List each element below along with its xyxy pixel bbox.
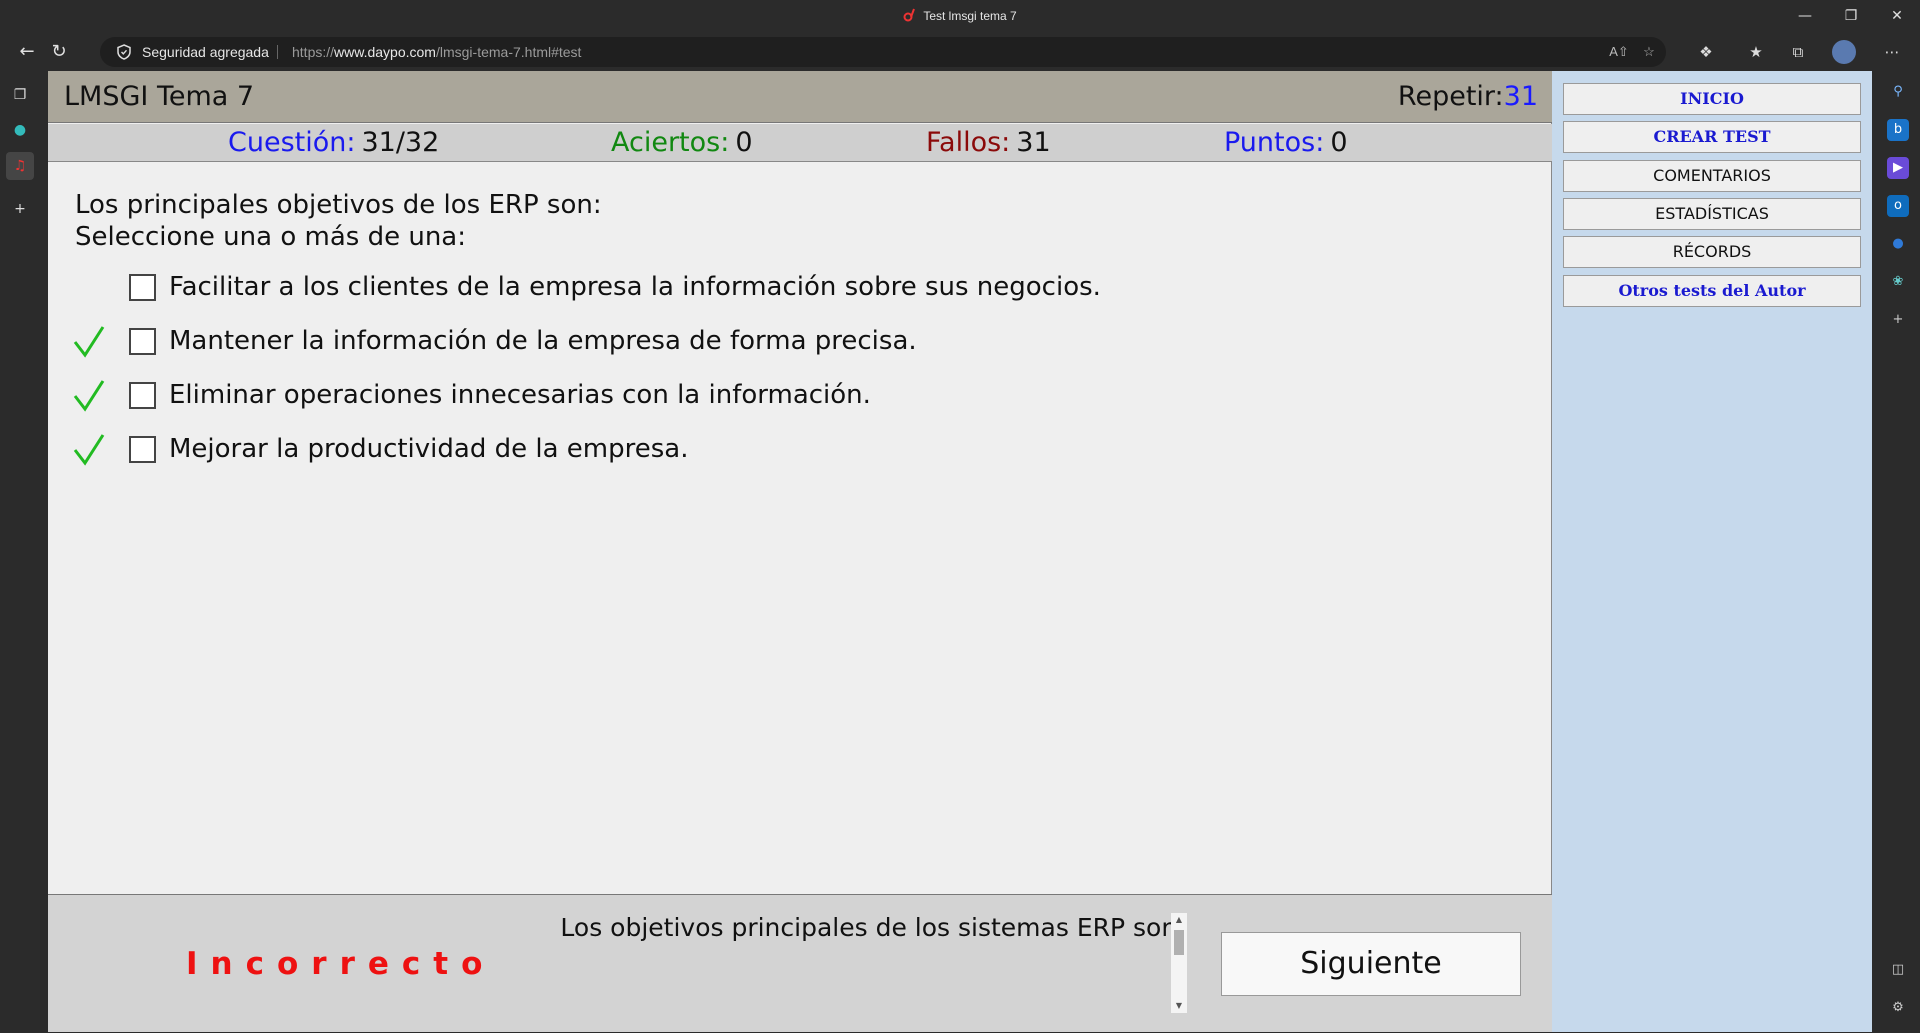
question-instruction: Seleccione una o más de una:: [75, 222, 466, 252]
window-titlebar: Test lmsgi tema 7 — ❐ ✕: [0, 0, 1920, 33]
stat-points: Puntos: 0: [1224, 124, 1348, 162]
tab-daypo-active[interactable]: ♫: [6, 152, 34, 180]
hide-sidebar-icon[interactable]: ◫: [1887, 959, 1909, 981]
stat-correct: Aciertos: 0: [611, 124, 753, 162]
url-host: www.daypo.com: [334, 44, 436, 60]
bing-icon[interactable]: b: [1887, 119, 1909, 141]
add-favorite-icon[interactable]: ☆: [1638, 42, 1660, 62]
scroll-down-icon[interactable]: ▼: [1171, 999, 1187, 1013]
create-test-button[interactable]: CREAR TEST: [1563, 121, 1861, 153]
more-options-icon[interactable]: ⋯: [1880, 40, 1904, 64]
collections-icon[interactable]: ⧉: [1786, 40, 1810, 64]
web-page: LMSGI Tema 7 Repetir:31 Cuestión: 31/32 A…: [48, 71, 1872, 1032]
answer-text[interactable]: Mantener la información de la empresa de…: [169, 321, 917, 361]
sidebar-settings-icon[interactable]: ⚙: [1887, 997, 1909, 1019]
chatgpt-icon[interactable]: ❀: [1887, 271, 1909, 293]
scroll-up-icon[interactable]: ▲: [1171, 913, 1187, 927]
result-footer: Incorrecto Los objetivos principales de …: [48, 894, 1552, 1032]
back-arrow-icon[interactable]: ←: [12, 37, 42, 67]
stat-question-value: 31/32: [361, 127, 440, 158]
tab-favicon-icon[interactable]: ●: [6, 116, 34, 144]
stat-wrong: Fallos: 31: [926, 124, 1051, 162]
close-window-button[interactable]: ✕: [1874, 0, 1920, 33]
stat-correct-label: Aciertos:: [611, 127, 730, 158]
favorites-icon[interactable]: ★: [1744, 40, 1768, 64]
statistics-button[interactable]: ESTADÍSTICAS: [1563, 198, 1861, 230]
stat-points-label: Puntos:: [1224, 127, 1325, 158]
next-button[interactable]: Siguiente: [1221, 932, 1521, 996]
search-icon[interactable]: ⚲: [1887, 81, 1909, 103]
explanation-scrollbar[interactable]: ▲ ▼: [1171, 913, 1187, 1013]
stat-question-label: Cuestión:: [228, 127, 356, 158]
answer-option[interactable]: Mantener la información de la empresa de…: [48, 321, 1448, 361]
records-button[interactable]: RÉCORDS: [1563, 236, 1861, 268]
add-sidebar-app-icon[interactable]: +: [1887, 309, 1909, 331]
profile-avatar[interactable]: [1832, 40, 1856, 64]
browser-toolbar: ← ↻ Seguridad agregada https://www.daypo…: [0, 33, 1920, 71]
answer-checkbox[interactable]: [129, 274, 156, 301]
question-statement: Los principales objetivos de los ERP son…: [75, 190, 602, 220]
quiz-panel: LMSGI Tema 7 Repetir:31 Cuestión: 31/32 A…: [48, 71, 1552, 1032]
explanation-text: Los objetivos principales de los sistema…: [560, 913, 1186, 942]
stat-correct-value: 0: [735, 127, 753, 158]
stats-bar: Cuestión: 31/32 Aciertos: 0 Fallos: 31 Punt…: [48, 124, 1552, 162]
url-scheme: https://: [292, 44, 335, 60]
answer-option[interactable]: Mejorar la productividad de la empresa.: [48, 429, 1448, 469]
home-button[interactable]: INICIO: [1563, 83, 1861, 115]
page-title: LMSGI Tema 7: [64, 81, 255, 112]
url-separator: [277, 45, 278, 59]
stat-wrong-label: Fallos:: [926, 127, 1011, 158]
question-text: Los principales objetivos de los ERP son…: [75, 189, 602, 253]
address-bar[interactable]: Seguridad agregada https://www.daypo.com…: [100, 37, 1666, 67]
scroll-thumb[interactable]: [1174, 930, 1184, 955]
refresh-icon[interactable]: ↻: [44, 37, 74, 67]
result-status: Incorrecto: [186, 946, 496, 982]
answer-checkbox[interactable]: [129, 382, 156, 409]
vertical-tab-strip: ❐ ● ♫ +: [0, 71, 40, 1032]
shield-icon: [117, 44, 131, 60]
answer-checkbox[interactable]: [129, 328, 156, 355]
edge-sidebar: ⚲ b ▶ o ● ❀ + ◫ ⚙: [1876, 71, 1920, 1032]
url-text[interactable]: https://www.daypo.com/lmsgi-tema-7.html#…: [292, 37, 581, 67]
correct-check-icon: [73, 326, 105, 358]
read-aloud-icon[interactable]: A⇧: [1608, 42, 1630, 62]
repeat-value: 31: [1503, 81, 1538, 112]
security-shield-icon[interactable]: ●: [1887, 233, 1909, 255]
repeat-label: Repetir:: [1397, 81, 1504, 112]
correct-check-icon: [73, 434, 105, 466]
restore-button[interactable]: ❐: [1828, 0, 1874, 33]
window-title: Test lmsgi tema 7: [0, 0, 1920, 33]
window-title-text: Test lmsgi tema 7: [923, 9, 1017, 23]
copilot-icon[interactable]: ▶: [1887, 157, 1909, 179]
stat-points-value: 0: [1330, 127, 1348, 158]
tab-actions-icon[interactable]: ❐: [6, 81, 34, 109]
answer-option[interactable]: Facilitar a los clientes de la empresa l…: [48, 267, 1448, 307]
url-path: /lmsgi-tema-7.html#test: [435, 44, 582, 60]
daypo-favicon-icon: [903, 8, 916, 22]
repeat-counter: Repetir:31: [1398, 71, 1538, 123]
answer-text[interactable]: Facilitar a los clientes de la empresa l…: [169, 267, 1101, 307]
security-label[interactable]: Seguridad agregada: [142, 37, 269, 67]
comments-button[interactable]: COMENTARIOS: [1563, 160, 1861, 192]
author-tests-button[interactable]: Otros tests del Autor: [1563, 275, 1861, 307]
stat-question: Cuestión: 31/32: [228, 124, 439, 162]
answer-text[interactable]: Mejorar la productividad de la empresa.: [169, 429, 688, 469]
extensions-icon[interactable]: ❖: [1694, 40, 1718, 64]
answer-option[interactable]: Eliminar operaciones innecesarias con la…: [48, 375, 1448, 415]
answer-checkbox[interactable]: [129, 436, 156, 463]
outlook-icon[interactable]: o: [1887, 195, 1909, 217]
quiz-header: LMSGI Tema 7 Repetir:31: [48, 71, 1552, 123]
stat-wrong-value: 31: [1016, 127, 1051, 158]
minimize-button[interactable]: —: [1782, 0, 1828, 33]
new-tab-icon[interactable]: +: [6, 195, 34, 223]
correct-check-icon: [73, 380, 105, 412]
answer-text[interactable]: Eliminar operaciones innecesarias con la…: [169, 375, 871, 415]
